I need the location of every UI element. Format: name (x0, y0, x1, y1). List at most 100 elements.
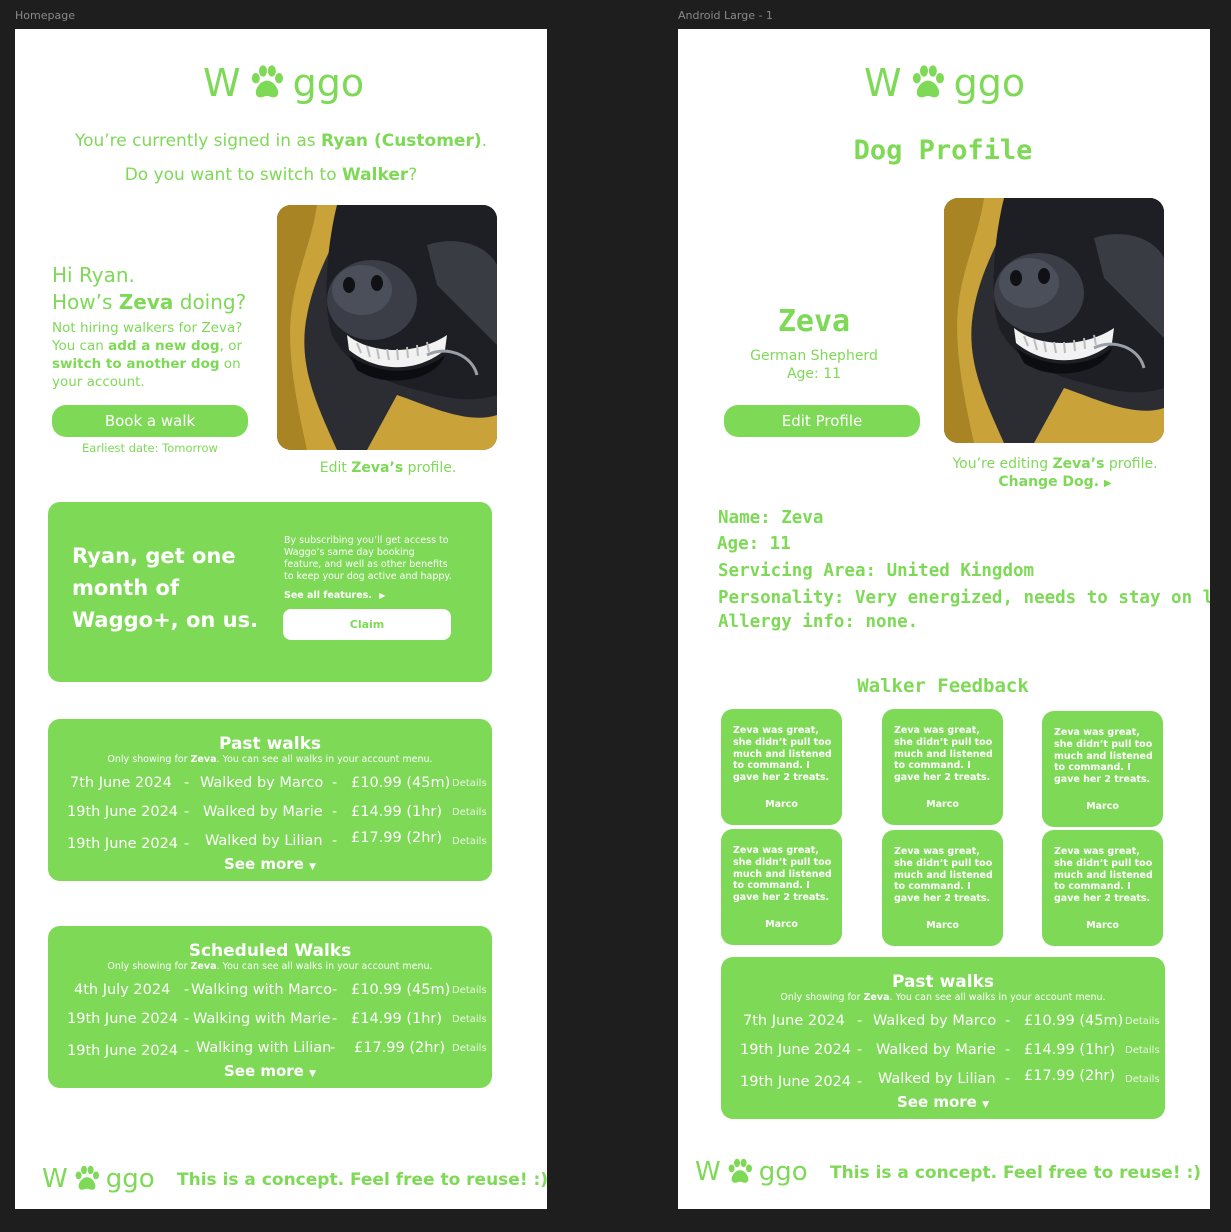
change-dog-label: Change Dog. (998, 474, 1100, 490)
details-link[interactable]: Details (1125, 1045, 1160, 1056)
promo-headline-2: month of (72, 576, 180, 600)
caret-right-icon: ▶ (1103, 478, 1112, 489)
separator: - (330, 1040, 336, 1056)
dog-profile-frame: W ggo Dog Profile Zeva German Shepherd A… (678, 29, 1210, 1209)
details-link[interactable]: Details (452, 807, 487, 818)
feedback-card[interactable]: Zeva was great, she didn’t pull too much… (1042, 830, 1163, 946)
switch-dog-link[interactable]: switch to another dog (52, 356, 220, 372)
footer-logo[interactable]: W ggo (695, 1155, 808, 1189)
walk-row[interactable]: 19th June 2024 - Walked by Marie - £14.9… (48, 804, 492, 828)
homepage-frame: W ggo You’re currently signed in as Ryan… (15, 29, 547, 1209)
info-age: Age: 11 (717, 534, 791, 554)
hint-line-4: your account. (52, 374, 145, 390)
separator: - (184, 1011, 190, 1027)
details-link[interactable]: Details (1125, 1016, 1160, 1027)
hint-line-3: switch to another dog on (52, 355, 242, 373)
see-more-label: See more (223, 1062, 304, 1080)
frame-label-homepage: Homepage (15, 9, 75, 22)
info-area: Servicing Area: United Kingdom (718, 561, 1035, 581)
feedback-text: Zeva was great, she didn’t pull too much… (894, 846, 993, 905)
separator: - (184, 982, 190, 998)
caret-right-icon: ▶ (379, 591, 386, 600)
logo-text-w: W (203, 61, 241, 105)
sub-suffix: . You can see all walks in your account … (889, 992, 1106, 1003)
walk-row[interactable]: 4th July 2024 - Walking with Marco - £10… (48, 982, 492, 1006)
walk-walker: Walked by Marco (873, 1013, 997, 1029)
scheduled-walks-card: Scheduled Walks Only showing for Zeva. Y… (48, 926, 492, 1088)
separator: - (857, 1013, 863, 1029)
walk-price: £10.99 (45m) (351, 775, 451, 791)
change-dog-link[interactable]: Change Dog. ▶ (944, 473, 1166, 493)
info-name: Name: Zeva (718, 508, 824, 528)
see-all-features-link[interactable]: See all features. ▶ (284, 590, 385, 601)
walk-date: 19th June 2024 (67, 1043, 179, 1059)
info-personality: Personality: Very energized, needs to st… (718, 588, 1210, 608)
sub-dog: Zeva (190, 754, 217, 765)
feedback-card[interactable]: Zeva was great, she didn’t pull too much… (721, 709, 842, 825)
dog-age: Age: 11 (786, 366, 842, 382)
greeting-prefix: How’s (52, 290, 119, 314)
walk-price: £14.99 (1hr) (1024, 1042, 1116, 1058)
waggo-logo[interactable]: W ggo (203, 61, 364, 105)
sub-suffix: . You can see all walks in your account … (216, 754, 433, 765)
details-link[interactable]: Details (452, 778, 487, 789)
feedback-text: Zeva was great, she didn’t pull too much… (733, 845, 832, 904)
walk-walker: Walking with Marco (191, 982, 333, 998)
see-more-button[interactable]: See more ▼ (721, 1093, 1165, 1111)
dog-photo[interactable] (944, 198, 1164, 443)
feedback-card[interactable]: Zeva was great, she didn’t pull too much… (882, 709, 1003, 825)
past-walks-card: Past walks Only showing for Zeva. You ca… (721, 957, 1165, 1119)
separator: - (1005, 1013, 1011, 1029)
page-title: Dog Profile (853, 135, 1033, 166)
details-link[interactable]: Details (452, 985, 487, 996)
feedback-text: Zeva was great, she didn’t pull too much… (894, 725, 993, 784)
past-walks-card: Past walks Only showing for Zeva. You ca… (48, 719, 492, 881)
claim-button[interactable]: Claim (283, 609, 451, 640)
walk-row[interactable]: 19th June 2024 - Walking with Marie - £1… (48, 1011, 492, 1035)
details-link[interactable]: Details (452, 1043, 487, 1054)
edit-profile-button[interactable]: Edit Profile (724, 405, 920, 437)
walk-row[interactable]: 7th June 2024 - Walked by Marco - £10.99… (48, 775, 492, 799)
footer-logo[interactable]: W ggo (42, 1162, 155, 1196)
see-more-button[interactable]: See more ▼ (48, 855, 492, 873)
promo-body-2: Waggo’s same day booking (284, 547, 415, 558)
walk-price: £14.99 (1hr) (351, 804, 443, 820)
switch-role-link[interactable]: Walker (342, 165, 408, 185)
waggo-logo[interactable]: W ggo (864, 61, 1025, 105)
walk-row[interactable]: 19th June 2024 - Walked by Lilian - £17.… (721, 1068, 1165, 1095)
walk-date: 7th June 2024 (70, 775, 172, 791)
book-walk-button[interactable]: Book a walk (52, 405, 248, 437)
logo-text-ggo: ggo (953, 61, 1026, 105)
feedback-card[interactable]: Zeva was great, she didn’t pull too much… (1042, 711, 1163, 827)
dog-photo[interactable] (277, 205, 497, 450)
promo-headline-1: Ryan, get one (72, 544, 236, 568)
past-walks-subtitle: Only showing for Zeva. You can see all w… (48, 754, 492, 765)
hint-on: on (219, 356, 241, 372)
see-more-button[interactable]: See more ▼ (48, 1062, 492, 1080)
walk-walker: Walking with Lilian (196, 1040, 332, 1056)
feedback-card[interactable]: Zeva was great, she didn’t pull too much… (721, 829, 842, 945)
feedback-author: Marco (1086, 920, 1119, 931)
editing-prefix: You’re editing (952, 456, 1053, 472)
info-allergy: Allergy info: none. (718, 612, 919, 632)
details-link[interactable]: Details (1125, 1074, 1160, 1085)
walk-price: £10.99 (45m) (351, 982, 451, 998)
separator: - (332, 804, 338, 820)
feedback-card[interactable]: Zeva was great, she didn’t pull too much… (882, 830, 1003, 946)
separator: - (184, 836, 190, 852)
switch-role-text: Do you want to switch to Walker? (15, 165, 527, 185)
sub-suffix: . You can see all walks in your account … (216, 961, 433, 972)
greeting-line-1: Hi Ryan. (52, 263, 135, 287)
walk-price: £10.99 (45m) (1024, 1013, 1124, 1029)
walk-row[interactable]: 19th June 2024 - Walking with Lilian - £… (48, 1040, 492, 1064)
logo-text-ggo: ggo (292, 61, 365, 105)
details-link[interactable]: Details (452, 1014, 487, 1025)
walk-row[interactable]: 19th June 2024 - Walked by Marie - £14.9… (721, 1042, 1165, 1066)
details-link[interactable]: Details (452, 836, 487, 847)
edit-dog-profile-link[interactable]: Zeva’s (351, 460, 403, 476)
walk-row[interactable]: 19th June 2024 - Walked by Lilian - £17.… (48, 830, 492, 857)
walk-walker: Walked by Marie (876, 1042, 996, 1058)
add-dog-link[interactable]: add a new dog (108, 338, 220, 354)
walk-row[interactable]: 7th June 2024 - Walked by Marco - £10.99… (721, 1013, 1165, 1037)
feedback-author: Marco (926, 799, 959, 810)
